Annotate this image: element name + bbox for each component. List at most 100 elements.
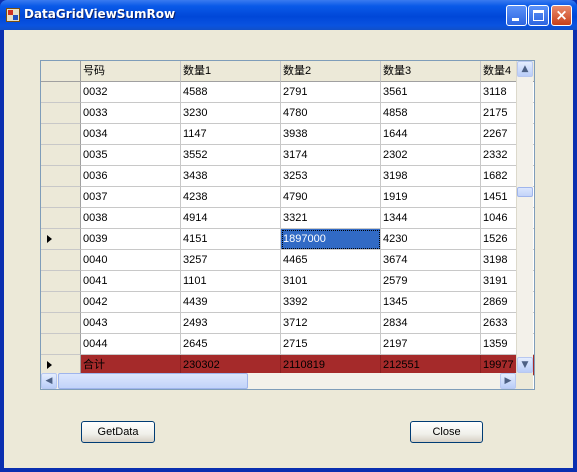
horizontal-scroll-thumb[interactable]	[58, 373, 248, 389]
grid-cell[interactable]: 4588	[181, 82, 281, 103]
grid-cell[interactable]: 3438	[181, 166, 281, 187]
grid-cell[interactable]: 4151	[181, 229, 281, 250]
table-row[interactable]: 0043 2493 3712 2834 2633	[41, 313, 534, 334]
maximize-button[interactable]	[528, 5, 549, 26]
grid-cell[interactable]: 3321	[281, 208, 381, 229]
grid-cell[interactable]: 1147	[181, 124, 281, 145]
table-row[interactable]: 0040 3257 4465 3674 3198	[41, 250, 534, 271]
horizontal-scrollbar[interactable]: ◀ ▶	[41, 373, 516, 389]
grid-cell[interactable]: 3561	[381, 82, 481, 103]
scroll-right-button[interactable]: ▶	[500, 373, 516, 389]
table-row[interactable]: 0044 2645 2715 2197 1359	[41, 334, 534, 355]
grid-cell[interactable]: 3552	[181, 145, 281, 166]
table-row[interactable]: 0036 3438 3253 3198 1682	[41, 166, 534, 187]
grid-cell[interactable]: 0039	[81, 229, 181, 250]
grid-cell[interactable]: 0036	[81, 166, 181, 187]
grid-cell[interactable]: 1897000	[281, 229, 381, 250]
grid-cell[interactable]: 2493	[181, 313, 281, 334]
table-row[interactable]: 0034 1147 3938 1644 2267	[41, 124, 534, 145]
data-grid[interactable]: 号码 数量1 数量2 数量3 数量4 0032 4588 2791 3561 3118 0…	[40, 60, 535, 390]
get-data-button[interactable]: GetData	[81, 421, 155, 443]
grid-cell[interactable]: 1101	[181, 271, 281, 292]
grid-cell[interactable]: 2302	[381, 145, 481, 166]
grid-cell[interactable]: 2645	[181, 334, 281, 355]
grid-cell[interactable]: 1644	[381, 124, 481, 145]
column-header[interactable]: 数量3	[381, 61, 481, 82]
grid-cell[interactable]: 3392	[281, 292, 381, 313]
grid-cell[interactable]: 3257	[181, 250, 281, 271]
row-header[interactable]	[41, 229, 81, 250]
row-header[interactable]	[41, 208, 81, 229]
column-header[interactable]: 数量1	[181, 61, 281, 82]
column-header-row: 号码 数量1 数量2 数量3 数量4	[41, 61, 534, 82]
scroll-down-button[interactable]: ▼	[517, 357, 533, 373]
grid-cell[interactable]: 0035	[81, 145, 181, 166]
table-row[interactable]: 0042 4439 3392 1345 2869	[41, 292, 534, 313]
grid-cell[interactable]: 2715	[281, 334, 381, 355]
grid-cell[interactable]: 4230	[381, 229, 481, 250]
grid-cell[interactable]: 4238	[181, 187, 281, 208]
grid-cell[interactable]: 4439	[181, 292, 281, 313]
scroll-left-button[interactable]: ◀	[41, 373, 57, 389]
row-header[interactable]	[41, 187, 81, 208]
column-header[interactable]: 号码	[81, 61, 181, 82]
column-header[interactable]: 数量2	[281, 61, 381, 82]
grid-cell[interactable]: 1345	[381, 292, 481, 313]
grid-cell[interactable]: 2579	[381, 271, 481, 292]
grid-cell[interactable]: 4790	[281, 187, 381, 208]
grid-cell[interactable]: 0037	[81, 187, 181, 208]
table-row[interactable]: 0041 1101 3101 2579 3191	[41, 271, 534, 292]
grid-cell[interactable]: 2197	[381, 334, 481, 355]
close-window-button[interactable]: ×	[551, 5, 572, 26]
grid-cell[interactable]: 0042	[81, 292, 181, 313]
grid-cell[interactable]: 4914	[181, 208, 281, 229]
grid-cell[interactable]: 0043	[81, 313, 181, 334]
vertical-scroll-thumb[interactable]	[517, 187, 533, 197]
grid-cell[interactable]: 4858	[381, 103, 481, 124]
grid-cell[interactable]: 3938	[281, 124, 381, 145]
row-header[interactable]	[41, 166, 81, 187]
grid-cell[interactable]: 0038	[81, 208, 181, 229]
row-header[interactable]	[41, 334, 81, 355]
grid-cell[interactable]: 2834	[381, 313, 481, 334]
minimize-button[interactable]	[506, 5, 527, 26]
title-bar[interactable]: DataGridViewSumRow ×	[0, 0, 577, 30]
chevron-left-icon: ◀	[45, 376, 53, 386]
grid-cell[interactable]: 1919	[381, 187, 481, 208]
close-button[interactable]: Close	[410, 421, 483, 443]
table-row[interactable]: 0033 3230 4780 4858 2175	[41, 103, 534, 124]
table-row[interactable]: 0037 4238 4790 1919 1451	[41, 187, 534, 208]
row-header[interactable]	[41, 82, 81, 103]
grid-cell[interactable]: 3230	[181, 103, 281, 124]
row-header[interactable]	[41, 124, 81, 145]
grid-cell[interactable]: 0040	[81, 250, 181, 271]
scroll-up-button[interactable]: ▲	[517, 61, 533, 77]
grid-cell[interactable]: 3198	[381, 166, 481, 187]
row-header[interactable]	[41, 145, 81, 166]
top-left-header-cell[interactable]	[41, 61, 81, 82]
row-header[interactable]	[41, 271, 81, 292]
table-row[interactable]: 0038 4914 3321 1344 1046	[41, 208, 534, 229]
grid-cell[interactable]: 0041	[81, 271, 181, 292]
table-row[interactable]: 0035 3552 3174 2302 2332	[41, 145, 534, 166]
grid-cell[interactable]: 4780	[281, 103, 381, 124]
grid-cell[interactable]: 0034	[81, 124, 181, 145]
row-header[interactable]	[41, 292, 81, 313]
grid-cell[interactable]: 3712	[281, 313, 381, 334]
grid-cell[interactable]: 3101	[281, 271, 381, 292]
grid-cell[interactable]: 3253	[281, 166, 381, 187]
grid-cell[interactable]: 0033	[81, 103, 181, 124]
grid-cell[interactable]: 0032	[81, 82, 181, 103]
vertical-scrollbar[interactable]: ▲ ▼	[516, 61, 533, 373]
grid-cell[interactable]: 3174	[281, 145, 381, 166]
grid-cell[interactable]: 4465	[281, 250, 381, 271]
table-row[interactable]: 0032 4588 2791 3561 3118	[41, 82, 534, 103]
table-row[interactable]: 0039 4151 1897000 4230 1526	[41, 229, 534, 250]
row-header[interactable]	[41, 103, 81, 124]
grid-cell[interactable]: 1344	[381, 208, 481, 229]
grid-cell[interactable]: 0044	[81, 334, 181, 355]
row-header[interactable]	[41, 313, 81, 334]
grid-cell[interactable]: 2791	[281, 82, 381, 103]
row-header[interactable]	[41, 250, 81, 271]
grid-cell[interactable]: 3674	[381, 250, 481, 271]
